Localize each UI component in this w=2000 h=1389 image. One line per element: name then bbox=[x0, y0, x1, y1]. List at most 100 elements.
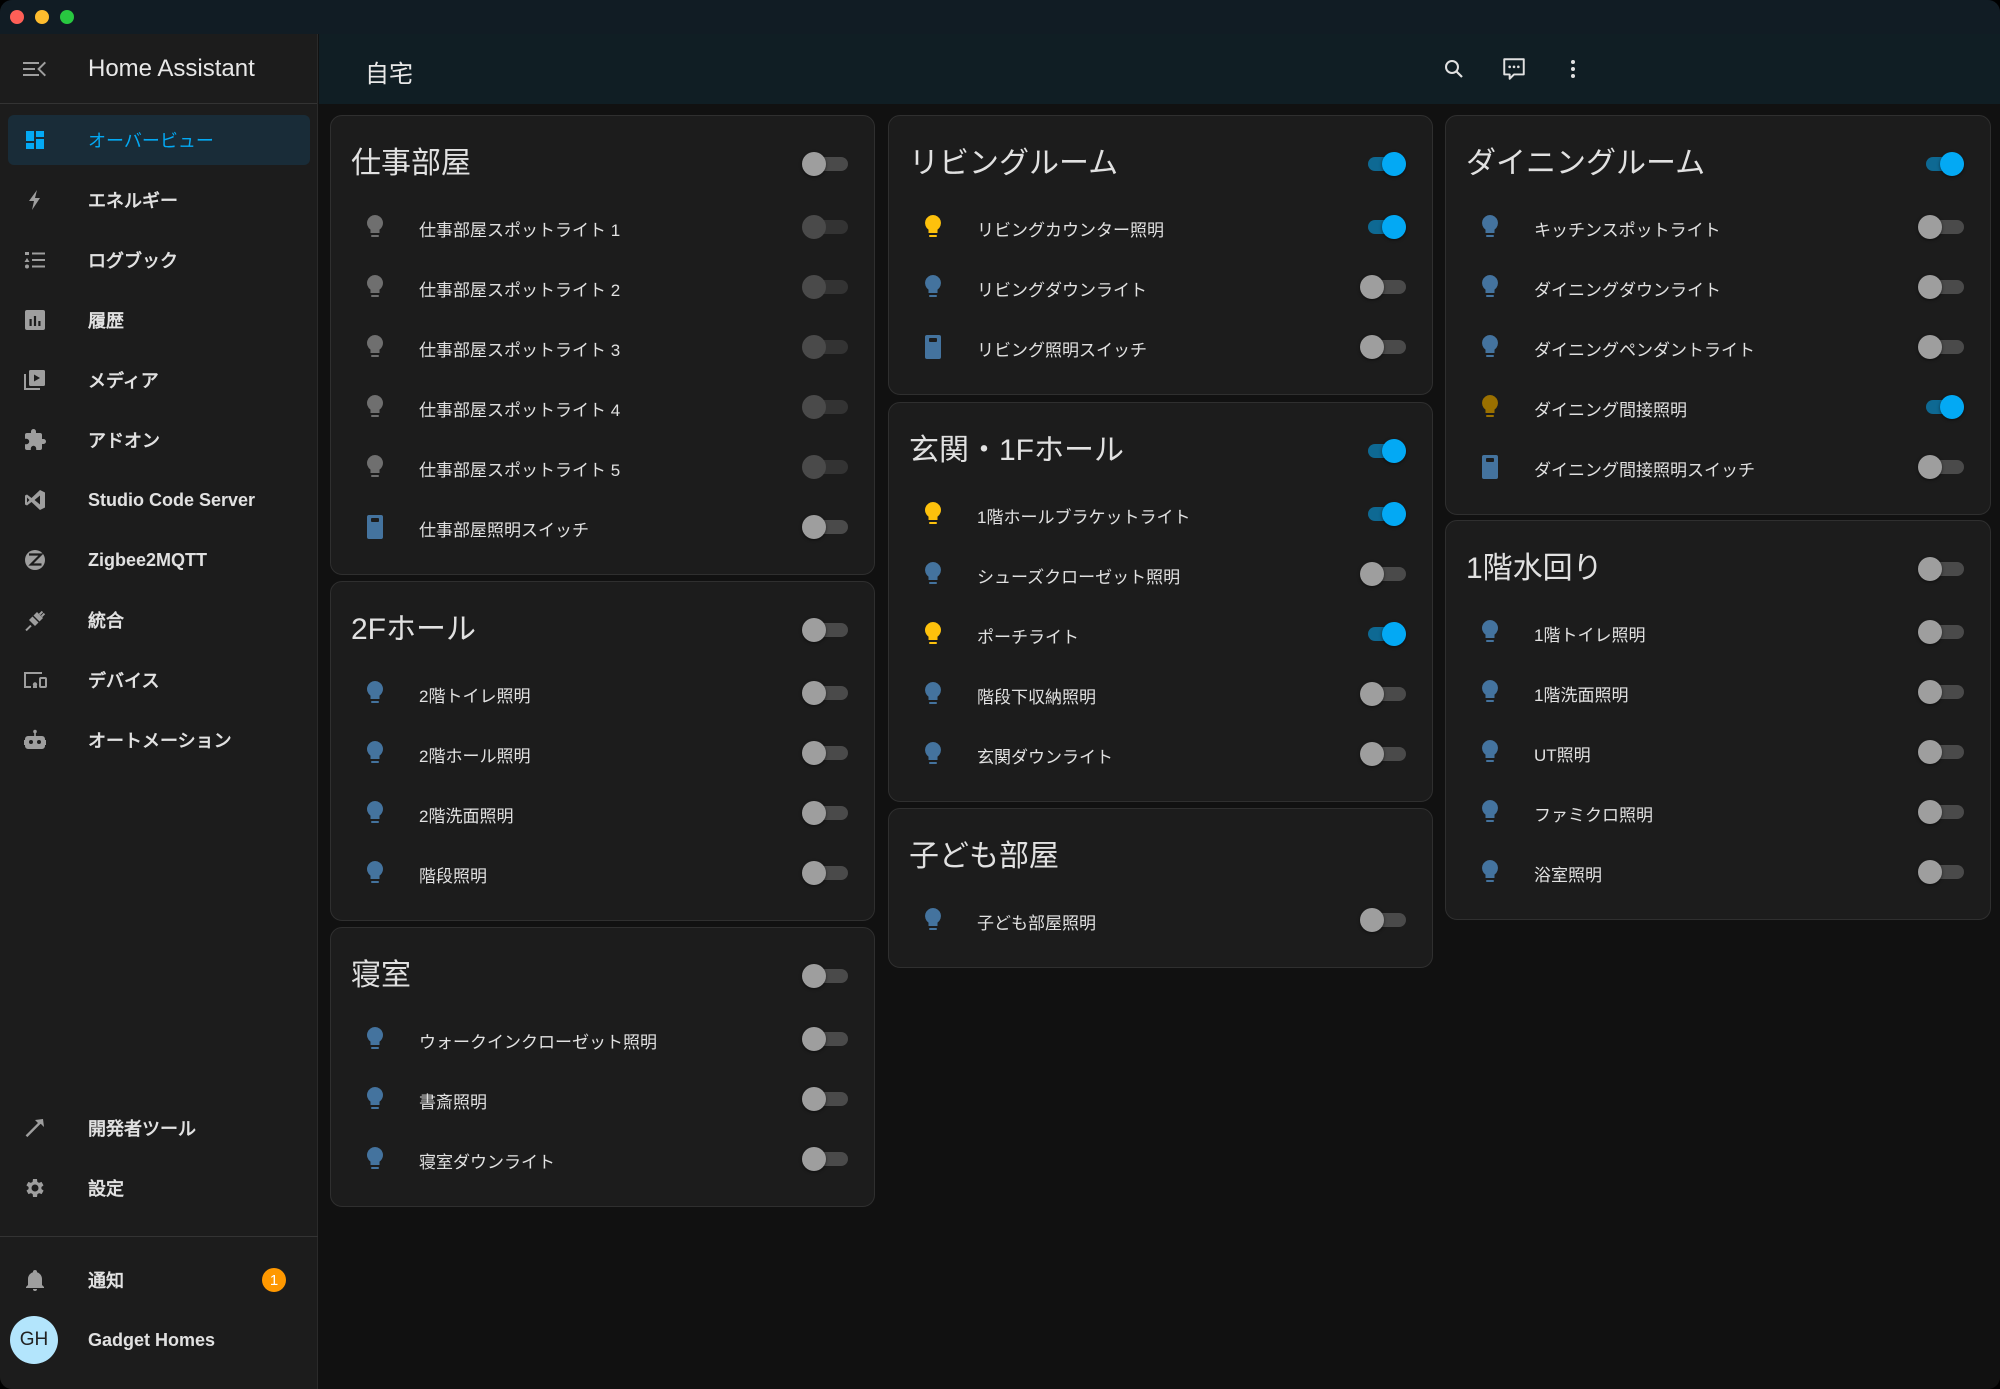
entity-toggle[interactable] bbox=[1918, 617, 1966, 647]
card-title[interactable]: 2Fホール bbox=[351, 604, 476, 648]
card-title[interactable]: 玄関・1Fホール bbox=[909, 425, 1124, 469]
sidebar-item-chart-box[interactable]: 履歴 bbox=[8, 295, 310, 345]
lightbulb-icon[interactable] bbox=[1478, 334, 1502, 360]
entity-name[interactable]: 1階トイレ照明 bbox=[1534, 621, 1645, 646]
entity-name[interactable]: リビング照明スイッチ bbox=[977, 336, 1147, 361]
entity-name[interactable]: 浴室照明 bbox=[1534, 861, 1602, 886]
entity-toggle[interactable] bbox=[1918, 677, 1966, 707]
card-header-toggle[interactable] bbox=[1918, 149, 1966, 179]
entity-toggle[interactable] bbox=[1360, 332, 1408, 362]
lightbulb-icon[interactable] bbox=[921, 561, 945, 587]
entity-name[interactable]: 2階トイレ照明 bbox=[419, 682, 530, 707]
entity-toggle[interactable] bbox=[1918, 212, 1966, 242]
lightbulb-icon[interactable] bbox=[363, 680, 387, 706]
sidebar-item-play-box-multiple[interactable]: メディア bbox=[8, 355, 310, 405]
entity-toggle[interactable] bbox=[802, 1024, 850, 1054]
lightbulb-icon[interactable] bbox=[363, 740, 387, 766]
lightbulb-icon[interactable] bbox=[1478, 679, 1502, 705]
sidebar-item-vscode[interactable]: Studio Code Server bbox=[8, 475, 310, 525]
entity-toggle[interactable] bbox=[1918, 797, 1966, 827]
lightbulb-icon[interactable] bbox=[363, 1086, 387, 1112]
entity-name[interactable]: ダイニング間接照明 bbox=[1534, 396, 1687, 421]
entity-toggle[interactable] bbox=[802, 798, 850, 828]
card-header-toggle[interactable] bbox=[1360, 149, 1408, 179]
entity-toggle[interactable] bbox=[1918, 452, 1966, 482]
card-header-toggle[interactable] bbox=[802, 615, 850, 645]
entity-name[interactable]: UT照明 bbox=[1534, 741, 1591, 766]
lightbulb-icon[interactable] bbox=[921, 214, 945, 240]
lightbulb-icon[interactable] bbox=[363, 274, 387, 300]
sidebar-item-devices[interactable]: デバイス bbox=[8, 655, 310, 705]
lightbulb-icon[interactable] bbox=[363, 394, 387, 420]
card-header-toggle[interactable] bbox=[1360, 436, 1408, 466]
sidebar-item-zigbee[interactable]: Zigbee2MQTT bbox=[8, 535, 310, 585]
sidebar-item-plug[interactable]: 統合 bbox=[8, 595, 310, 645]
lightbulb-icon[interactable] bbox=[363, 860, 387, 886]
lightbulb-icon[interactable] bbox=[1478, 394, 1502, 420]
lightbulb-icon[interactable] bbox=[1478, 274, 1502, 300]
card-header-toggle[interactable] bbox=[1918, 554, 1966, 584]
more-options-button[interactable] bbox=[1555, 51, 1591, 87]
lightbulb-icon[interactable] bbox=[1478, 799, 1502, 825]
lightbulb-icon[interactable] bbox=[363, 454, 387, 480]
card-title[interactable]: ダイニングルーム bbox=[1466, 138, 1705, 182]
sidebar-item-robot[interactable]: オートメーション bbox=[8, 715, 310, 765]
light-switch-icon[interactable] bbox=[921, 334, 945, 360]
entity-toggle[interactable] bbox=[802, 678, 850, 708]
lightbulb-icon[interactable] bbox=[921, 907, 945, 933]
sidebar-item-puzzle[interactable]: アドオン bbox=[8, 415, 310, 465]
lightbulb-icon[interactable] bbox=[921, 274, 945, 300]
close-window-button[interactable] bbox=[10, 10, 24, 24]
card-title[interactable]: 子ども部屋 bbox=[909, 831, 1059, 875]
entity-name[interactable]: 仕事部屋スポットライト 1 bbox=[419, 216, 620, 241]
entity-name[interactable]: 仕事部屋スポットライト 2 bbox=[419, 276, 620, 301]
entity-name[interactable]: 1階ホールブラケットライト bbox=[977, 503, 1190, 528]
zoom-window-button[interactable] bbox=[60, 10, 74, 24]
entity-toggle[interactable] bbox=[1360, 272, 1408, 302]
lightbulb-icon[interactable] bbox=[921, 501, 945, 527]
entity-toggle[interactable] bbox=[1918, 272, 1966, 302]
entity-toggle[interactable] bbox=[1360, 679, 1408, 709]
lightbulb-icon[interactable] bbox=[363, 800, 387, 826]
sidebar-item-lightning-bolt[interactable]: エネルギー bbox=[8, 175, 310, 225]
light-switch-icon[interactable] bbox=[1478, 454, 1502, 480]
entity-name[interactable]: ダイニングペンダントライト bbox=[1534, 336, 1755, 361]
entity-toggle[interactable] bbox=[1360, 499, 1408, 529]
entity-toggle[interactable] bbox=[802, 738, 850, 768]
sidebar-item-hammer[interactable]: 開発者ツール bbox=[8, 1103, 310, 1153]
lightbulb-icon[interactable] bbox=[921, 741, 945, 767]
card-title[interactable]: リビングルーム bbox=[909, 138, 1118, 182]
search-button[interactable] bbox=[1436, 51, 1472, 87]
entity-name[interactable]: 2階洗面照明 bbox=[419, 802, 513, 827]
lightbulb-icon[interactable] bbox=[363, 1146, 387, 1172]
entity-name[interactable]: 仕事部屋スポットライト 5 bbox=[419, 456, 620, 481]
card-title[interactable]: 仕事部屋 bbox=[351, 138, 471, 182]
lightbulb-icon[interactable] bbox=[1478, 739, 1502, 765]
entity-name[interactable]: リビングダウンライト bbox=[977, 276, 1147, 301]
entity-name[interactable]: 階段照明 bbox=[419, 862, 487, 887]
entity-name[interactable]: シューズクローゼット照明 bbox=[977, 563, 1180, 588]
entity-name[interactable]: ファミクロ照明 bbox=[1534, 801, 1653, 826]
entity-name[interactable]: 寝室ダウンライト bbox=[419, 1148, 555, 1173]
entity-toggle[interactable] bbox=[802, 858, 850, 888]
card-header-toggle[interactable] bbox=[802, 961, 850, 991]
entity-name[interactable]: リビングカウンター照明 bbox=[977, 216, 1164, 241]
card-title[interactable]: 1階水回り bbox=[1466, 543, 1603, 587]
entity-name[interactable]: ウォークインクローゼット照明 bbox=[419, 1028, 657, 1053]
sidebar-item-format-list-bulleted[interactable]: ログブック bbox=[8, 235, 310, 285]
entity-name[interactable]: キッチンスポットライト bbox=[1534, 216, 1721, 241]
lightbulb-icon[interactable] bbox=[1478, 859, 1502, 885]
lightbulb-icon[interactable] bbox=[363, 214, 387, 240]
card-header-toggle[interactable] bbox=[802, 149, 850, 179]
entity-name[interactable]: ダイニングダウンライト bbox=[1534, 276, 1721, 301]
light-switch-icon[interactable] bbox=[363, 514, 387, 540]
minimize-window-button[interactable] bbox=[35, 10, 49, 24]
lightbulb-icon[interactable] bbox=[1478, 214, 1502, 240]
lightbulb-icon[interactable] bbox=[921, 681, 945, 707]
lightbulb-icon[interactable] bbox=[1478, 619, 1502, 645]
entity-toggle[interactable] bbox=[1360, 619, 1408, 649]
entity-name[interactable]: 仕事部屋照明スイッチ bbox=[419, 516, 589, 541]
entity-toggle[interactable] bbox=[1360, 212, 1408, 242]
entity-toggle[interactable] bbox=[802, 1144, 850, 1174]
entity-toggle[interactable] bbox=[1360, 905, 1408, 935]
